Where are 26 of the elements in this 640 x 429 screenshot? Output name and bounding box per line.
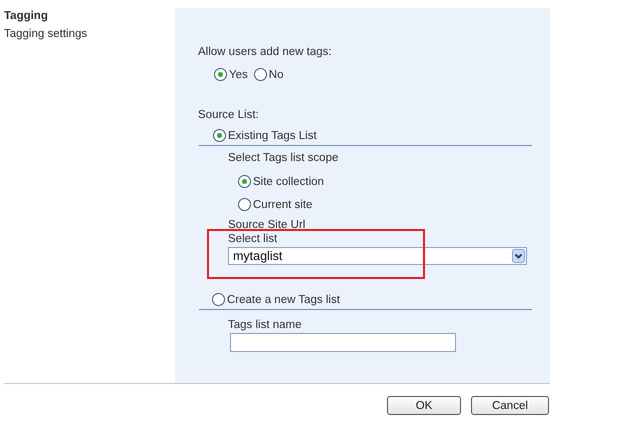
- radio-button[interactable]: [213, 129, 226, 142]
- tags-list-name-field[interactable]: [230, 333, 456, 352]
- field-label: Tags list name: [228, 319, 303, 331]
- radio-button[interactable]: [238, 175, 251, 188]
- radio-label: Existing Tags List: [228, 130, 317, 142]
- field-label: Allow users add new tags:: [198, 46, 333, 58]
- field-label: Select Tags list scope: [228, 152, 340, 164]
- field-label: Select list: [228, 233, 278, 245]
- radio-label: Current site: [253, 198, 312, 210]
- radio-button[interactable]: [238, 198, 251, 211]
- radio-button[interactable]: [254, 68, 267, 81]
- section-description: Tagging settings: [4, 28, 88, 40]
- caret-icon: [512, 249, 525, 263]
- field-label: Source Site Url: [228, 219, 306, 231]
- field-label: Source List:: [198, 109, 260, 121]
- list-dropdown[interactable]: mytaglist: [228, 247, 527, 265]
- section-title: Tagging: [4, 10, 49, 22]
- ok-button[interactable]: OK: [387, 396, 461, 415]
- cancel-button[interactable]: Cancel: [471, 396, 549, 415]
- radio-label: No: [268, 68, 284, 80]
- radio-button[interactable]: [214, 68, 227, 81]
- dropdown-value: mytaglist: [233, 249, 282, 263]
- radio-button[interactable]: [212, 293, 225, 306]
- radio-label: Site collection: [253, 176, 324, 188]
- radio-label: Yes: [229, 68, 248, 80]
- radio-label: Create a new Tags list: [227, 294, 340, 306]
